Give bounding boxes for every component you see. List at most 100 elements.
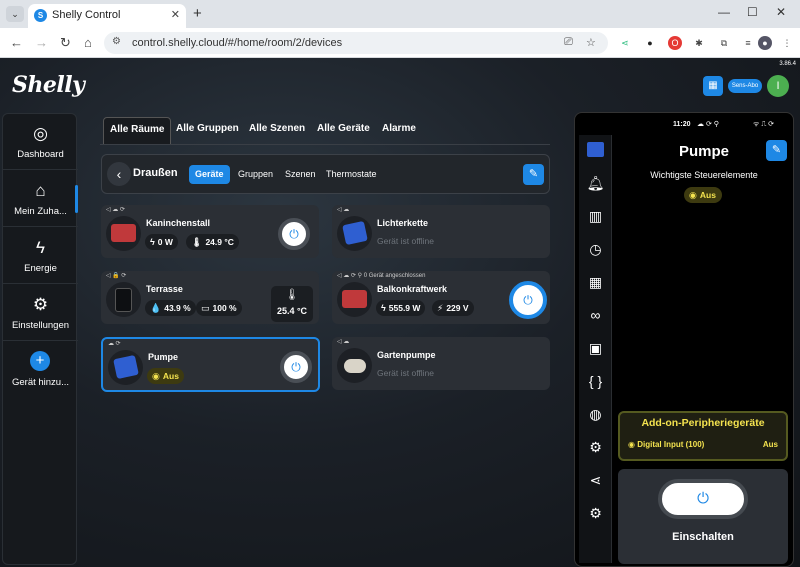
- globe-icon[interactable]: ◍: [579, 398, 612, 431]
- calendar-icon[interactable]: ▦: [579, 266, 612, 299]
- home-icon[interactable]: ⌂: [84, 35, 92, 50]
- nav-label: Energie: [24, 263, 57, 274]
- device-thumbnail-icon[interactable]: [587, 142, 604, 157]
- user-avatar[interactable]: I: [767, 75, 789, 97]
- device-icon[interactable]: ▣: [579, 332, 612, 365]
- link-icon[interactable]: ∞: [579, 299, 612, 332]
- device-thumbnail: [337, 282, 372, 317]
- gauge-icon: ◎: [33, 124, 48, 143]
- subtab-thermostats[interactable]: Thermostate: [320, 165, 383, 184]
- device-thumbnail: [106, 282, 141, 317]
- gear-icon[interactable]: ⚙: [579, 497, 612, 530]
- browser-toolbar: ← → ↻ ⌂ ⚙ control.shelly.cloud/#/home/ro…: [0, 28, 800, 58]
- power-button[interactable]: ⏻: [280, 351, 312, 383]
- room-tabs: Alle Räume Alle Gruppen Alle Szenen Alle…: [100, 117, 416, 145]
- install-app-icon[interactable]: ⎚: [564, 36, 573, 49]
- cloud-icon: ☁ ⟳ ⚲: [697, 121, 719, 128]
- reload-icon[interactable]: ↻: [60, 35, 71, 51]
- profile-avatar[interactable]: ●: [758, 36, 772, 50]
- status-icons: ◁ ☁ ⟳ ⚲ 0 Gerät angeschlossen: [337, 273, 426, 279]
- share-icon[interactable]: ⋖: [579, 464, 612, 497]
- puzzle-icon[interactable]: ⧉: [717, 36, 731, 50]
- wifi-icon: ᯤ ⎍ ⟳: [753, 121, 775, 128]
- browser-menu-icon[interactable]: ⋮: [780, 36, 794, 50]
- browser-tab[interactable]: S Shelly Control ✕: [28, 4, 186, 28]
- tab-close-icon[interactable]: ✕: [171, 8, 180, 21]
- status-icons: ◁ 🔒 ⟳: [106, 273, 127, 279]
- device-card-pumpe[interactable]: ☁ ⟳ Pumpe ◉ Aus ⏻: [101, 337, 320, 392]
- device-name: Gartenpumpe: [377, 350, 436, 360]
- device-card-lichterkette[interactable]: ◁ ☁ Lichterkette Gerät ist offline: [332, 205, 550, 258]
- nav-add-device[interactable]: + Gerät hinzu...: [3, 342, 78, 398]
- edit-pencil-icon[interactable]: ✎: [766, 140, 787, 161]
- device-detail-panel: 11:20 ☁ ⟳ ⚲ ᯤ ⎍ ⟳ 🔔︎ ▥ ◷ ▦ ∞ ▣ { } ◍ ⚙ ⋖…: [574, 112, 794, 567]
- forward-arrow-icon[interactable]: →: [35, 35, 48, 50]
- power-button[interactable]: ⏻: [509, 281, 547, 319]
- device-thumbnail: [337, 348, 372, 383]
- back-chevron-icon[interactable]: ‹: [107, 162, 131, 186]
- shelly-favicon-icon: S: [34, 9, 47, 22]
- window-close-icon[interactable]: ✕: [776, 5, 786, 19]
- site-info-icon[interactable]: ⚙: [112, 36, 121, 47]
- clock-icon[interactable]: ◷: [579, 233, 612, 266]
- device-name: Lichterkette: [377, 218, 429, 228]
- device-card-balkonkraftwerk[interactable]: ◁ ☁ ⟳ ⚲ 0 Gerät angeschlossen Balkonkraf…: [332, 271, 550, 324]
- tab-title: Shelly Control: [52, 9, 121, 21]
- battery-chip: ▭ 100 %: [196, 300, 242, 316]
- minimize-icon[interactable]: —: [718, 5, 730, 19]
- bell-icon[interactable]: 🔔︎: [579, 167, 612, 200]
- new-tab-button[interactable]: +: [193, 5, 202, 22]
- power-button[interactable]: ⏻: [278, 218, 310, 250]
- url-text: control.shelly.cloud/#/home/room/2/devic…: [132, 37, 343, 49]
- power-chip: ϟ 555.9 W: [376, 300, 426, 316]
- subtab-devices[interactable]: Geräte: [189, 165, 230, 184]
- share-extension-icon[interactable]: ⋖: [618, 36, 632, 50]
- tabs-divider: [100, 144, 550, 145]
- address-bar[interactable]: ⚙ control.shelly.cloud/#/home/room/2/dev…: [104, 32, 608, 54]
- power-chip: ϟ0 W: [145, 234, 178, 250]
- subtab-scenes[interactable]: Szenen: [279, 165, 322, 184]
- tab-all-devices[interactable]: Alle Geräte: [311, 117, 376, 145]
- book-icon[interactable]: ▥: [579, 200, 612, 233]
- device-name: Terrasse: [146, 284, 183, 294]
- status-icons: ◁ ☁: [337, 339, 350, 345]
- nav-label: Dashboard: [17, 149, 64, 160]
- script-braces-icon[interactable]: { }: [579, 365, 612, 398]
- extension-icon[interactable]: ✱: [692, 36, 706, 50]
- subtab-groups[interactable]: Gruppen: [232, 165, 279, 184]
- tab-all-groups[interactable]: Alle Gruppen: [170, 117, 245, 145]
- nav-my-home[interactable]: ⌂ Mein Zuha...: [3, 171, 78, 227]
- status-time: 11:20: [673, 121, 691, 128]
- tab-search-dropdown[interactable]: ⌄: [6, 6, 24, 22]
- nav-dashboard[interactable]: ◎ Dashboard: [3, 114, 78, 170]
- reading-list-icon[interactable]: ≡: [741, 36, 755, 50]
- shelly-app: Shelly 3.86.4 ▦ Sens-Abo I ◎ Dashboard ⌂…: [0, 58, 800, 567]
- bookmark-star-icon[interactable]: ☆: [586, 36, 596, 49]
- status-icons: ☁ ⟳: [108, 341, 121, 347]
- tab-alarms[interactable]: Alarme: [376, 117, 422, 145]
- thermometer-icon: 🌡: [191, 237, 203, 247]
- room-header: ‹ Draußen Geräte Gruppen Szenen Thermost…: [101, 154, 550, 194]
- offline-status: Gerät ist offline: [377, 236, 435, 246]
- humidity-chip: 💧 43.9 %: [145, 300, 196, 316]
- nav-energy[interactable]: ϟ Energie: [3, 228, 78, 284]
- device-thumbnail: [337, 216, 372, 251]
- tab-all-rooms[interactable]: Alle Räume: [103, 117, 172, 145]
- adblock-extension-icon[interactable]: O: [668, 36, 682, 50]
- tab-all-scenes[interactable]: Alle Szenen: [243, 117, 311, 145]
- edit-pencil-icon[interactable]: ✎: [523, 164, 544, 185]
- status-icons: ◁ ☁ ⟳: [106, 207, 125, 213]
- maximize-icon[interactable]: ☐: [747, 5, 758, 19]
- device-thumbnail: [106, 216, 141, 251]
- gears-icon[interactable]: ⚙: [579, 431, 612, 464]
- device-card-terrasse[interactable]: ◁ 🔒 ⟳ Terrasse 💧 43.9 % ▭ 100 % 🌡 25.4 °C: [101, 271, 319, 324]
- back-arrow-icon[interactable]: ←: [10, 35, 23, 50]
- header-pill-button[interactable]: Sens-Abo: [728, 79, 762, 93]
- panda-extension-icon[interactable]: ●: [643, 36, 657, 50]
- calendar-icon[interactable]: ▦: [703, 76, 723, 96]
- nav-settings[interactable]: ⚙ Einstellungen: [3, 285, 78, 341]
- power-button[interactable]: ⏻: [658, 479, 748, 519]
- device-card-gartenpumpe[interactable]: ◁ ☁ Gartenpumpe Gerät ist offline: [332, 337, 550, 390]
- device-card-kaninchenstall[interactable]: ◁ ☁ ⟳ Kaninchenstall ϟ0 W 🌡 24.9 °C ⏻: [101, 205, 319, 258]
- droplet-icon: 💧: [150, 303, 162, 313]
